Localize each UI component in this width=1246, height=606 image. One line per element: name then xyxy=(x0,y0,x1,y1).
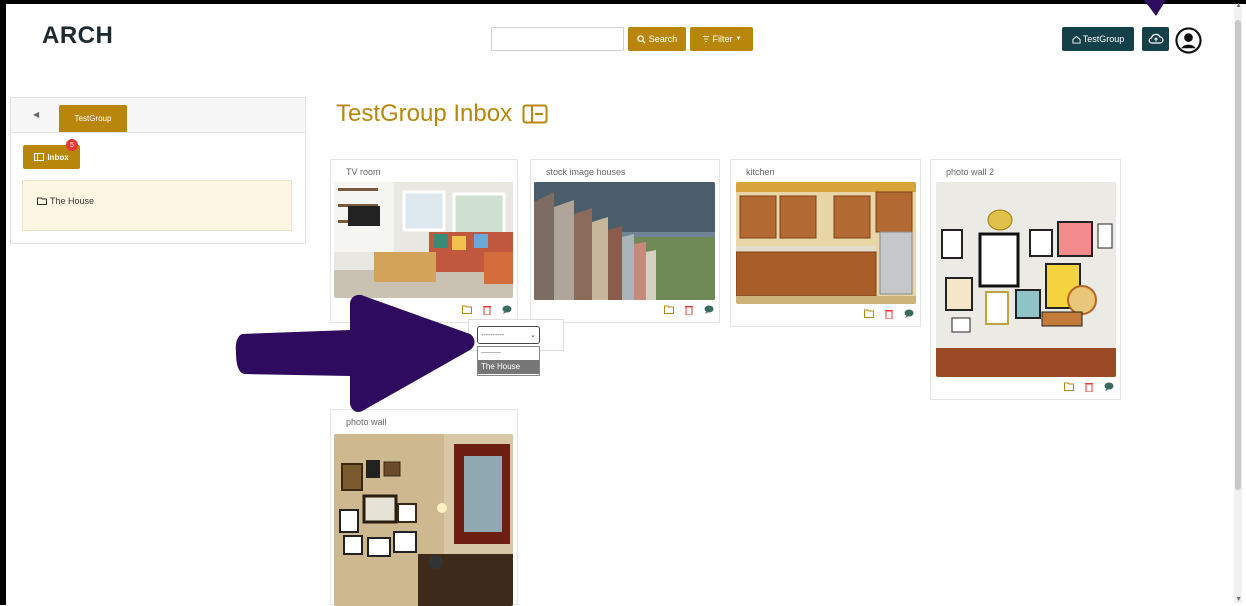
card-actions xyxy=(1063,381,1114,392)
search-icon xyxy=(637,34,646,44)
houses-photo xyxy=(534,182,715,300)
card-title: photo wall xyxy=(346,417,387,427)
comment-icon[interactable] xyxy=(703,304,714,315)
card-image[interactable] xyxy=(334,434,513,606)
app-logo[interactable]: ARCH xyxy=(42,22,113,50)
search-button[interactable]: Search xyxy=(628,27,686,51)
folder-select-options: ---------- The House xyxy=(477,346,540,376)
inbox-label: Inbox xyxy=(47,152,69,162)
card-image[interactable] xyxy=(534,182,715,300)
inbox-count-badge: 5 xyxy=(66,139,78,151)
card-title: stock image houses xyxy=(546,167,626,177)
filter-icon xyxy=(702,36,709,42)
move-to-folder-icon[interactable] xyxy=(663,304,674,315)
home-icon xyxy=(1072,35,1081,44)
photo-wall-photo xyxy=(334,434,513,606)
delete-icon[interactable] xyxy=(481,304,492,315)
photo-wall-2-photo xyxy=(936,182,1116,377)
delete-icon[interactable] xyxy=(883,308,894,319)
image-card-photo-wall[interactable]: photo wall xyxy=(330,409,518,606)
filter-dropdown-button[interactable]: Filter ▼ xyxy=(690,27,753,51)
card-image[interactable] xyxy=(334,182,513,298)
page-title: TestGroup Inbox xyxy=(336,100,548,128)
card-image[interactable] xyxy=(736,182,916,304)
group-button[interactable]: TestGroup xyxy=(1062,27,1134,51)
card-actions xyxy=(663,304,714,315)
cloud-upload-icon xyxy=(1148,33,1164,44)
card-title: TV room xyxy=(346,167,381,177)
sidebar: ◀ TestGroup Inbox 5 The House xyxy=(10,97,306,244)
sidebar-header: ◀ TestGroup xyxy=(11,98,305,133)
search-input[interactable] xyxy=(491,27,624,51)
folder-label: The House xyxy=(50,196,95,206)
card-actions xyxy=(863,308,914,319)
image-card-stock-image-houses[interactable]: stock image houses xyxy=(530,159,720,323)
tv-room-photo xyxy=(334,182,513,298)
card-title: photo wall 2 xyxy=(946,167,995,177)
comment-icon[interactable] xyxy=(903,308,914,319)
card-image[interactable] xyxy=(936,182,1116,377)
comment-icon[interactable] xyxy=(1103,381,1114,392)
inbox-title-icon xyxy=(522,104,548,124)
comment-icon[interactable] xyxy=(501,304,512,315)
chevron-down-icon: ⌄ xyxy=(530,332,536,339)
move-to-folder-icon[interactable] xyxy=(1063,381,1074,392)
tab-testgroup[interactable]: TestGroup xyxy=(59,105,127,132)
move-to-folder-icon[interactable] xyxy=(863,308,874,319)
scroll-up-icon[interactable]: ▲ xyxy=(1235,2,1242,9)
caret-down-icon: ▼ xyxy=(735,36,742,42)
search-button-label: Search xyxy=(648,34,678,44)
image-card-photo-wall-2[interactable]: photo wall 2 xyxy=(930,159,1121,400)
scroll-down-icon[interactable]: ▼ xyxy=(1235,596,1242,603)
folder-option-the-house[interactable]: The House xyxy=(478,360,539,374)
page-title-text: TestGroup Inbox xyxy=(336,100,513,127)
upload-button[interactable] xyxy=(1142,27,1169,51)
card-title: kitchen xyxy=(746,167,775,177)
folder-option-empty[interactable]: ---------- xyxy=(478,347,539,360)
folder-list: The House xyxy=(22,180,292,231)
user-circle-icon xyxy=(1174,26,1202,54)
annotation-arrow-corner xyxy=(1144,0,1166,16)
folder-select-value: ---------- xyxy=(481,331,505,339)
folder-select[interactable]: ---------- ⌄ xyxy=(477,326,540,344)
collapse-sidebar-icon[interactable]: ◀ xyxy=(33,110,39,119)
folder-icon xyxy=(37,197,47,205)
kitchen-photo xyxy=(736,182,916,304)
delete-icon[interactable] xyxy=(1083,381,1094,392)
delete-icon[interactable] xyxy=(683,304,694,315)
filter-button-label: Filter xyxy=(712,34,733,44)
vertical-scrollbar[interactable] xyxy=(1234,8,1242,603)
inbox-icon xyxy=(34,153,45,161)
group-button-label: TestGroup xyxy=(1082,34,1125,44)
user-account-button[interactable] xyxy=(1174,26,1202,54)
image-card-kitchen[interactable]: kitchen xyxy=(730,159,921,327)
annotation-arrow xyxy=(235,294,475,412)
folder-item-the-house[interactable]: The House xyxy=(37,196,94,206)
scrollbar-thumb[interactable] xyxy=(1235,20,1241,490)
